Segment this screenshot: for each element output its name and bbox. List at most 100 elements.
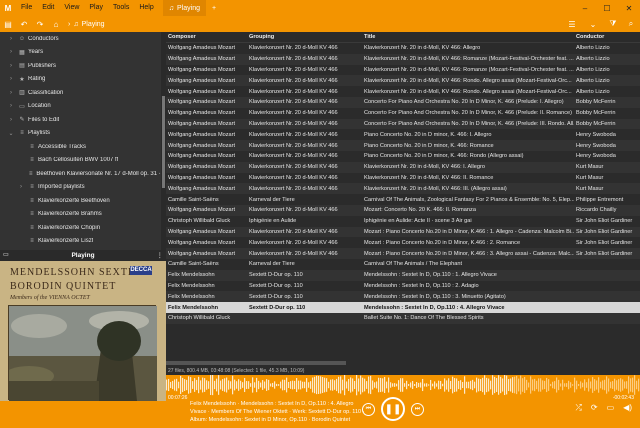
breadcrumb[interactable]: › ♫ Playing xyxy=(68,21,105,28)
table-row[interactable]: Wolfgang Amadeus Mozart Klavierkonzert Nr… xyxy=(166,96,640,108)
chevron-icon[interactable]: ⌄ xyxy=(6,130,16,137)
table-row[interactable]: Camille Saint-Saëns Karneval der Tiere Car… xyxy=(166,194,640,205)
sidebar-toggle-icon[interactable]: ▤ xyxy=(0,20,16,29)
chevron-icon[interactable]: › xyxy=(6,49,16,55)
menu-view[interactable]: View xyxy=(59,0,84,16)
view-mode-icon[interactable]: ☰ xyxy=(563,20,581,29)
filter-icon[interactable]: ⧩ xyxy=(604,19,622,29)
tree-item[interactable]: › ☺ Conductors xyxy=(0,32,166,46)
close-icon[interactable]: ✕ xyxy=(618,4,640,13)
previous-button[interactable]: ⏮ xyxy=(362,402,375,416)
table-row[interactable]: Camille Saint-Saëns Karneval der Tiere Car… xyxy=(166,259,640,270)
cell-title: Klavierkonzert Nr. 20 in d-Moll, KV 466:… xyxy=(364,45,481,52)
tree-item[interactable]: › ★ Rating xyxy=(0,73,166,87)
repeat-icon[interactable]: ⟳ xyxy=(591,403,598,413)
waveform-bar xyxy=(342,379,344,391)
column-header-grouping[interactable]: Grouping xyxy=(247,34,362,40)
volume-icon[interactable]: ◀) xyxy=(623,403,632,413)
tree-scrollbar-thumb[interactable] xyxy=(162,96,165,188)
tree-item[interactable]: › ≡ Imported playlists xyxy=(0,181,166,195)
tree-item[interactable]: › ▭ Location xyxy=(0,100,166,114)
chevron-icon[interactable]: › xyxy=(6,76,16,82)
waveform-bar xyxy=(186,379,188,391)
tree-item[interactable]: ≡ Klavierkonzerte Brahms xyxy=(0,208,166,222)
next-button[interactable]: ⏭ xyxy=(411,402,424,416)
tab-playing[interactable]: ♫ Playing xyxy=(162,0,206,16)
chevron-icon[interactable]: › xyxy=(6,36,16,42)
add-tab-button[interactable]: + xyxy=(206,5,222,12)
table-row[interactable]: Wolfgang Amadeus Mozart Klavierkonzert Nr… xyxy=(166,53,640,65)
cast-icon[interactable]: ▭ xyxy=(3,250,9,261)
waveform-bar xyxy=(440,381,442,389)
shuffle-icon[interactable]: ⤮ xyxy=(576,403,582,413)
waveform-bar xyxy=(614,378,616,392)
tree-item[interactable]: › ▥ Classification xyxy=(0,86,166,100)
table-row[interactable]: Wolfgang Amadeus Mozart Klavierkonzert Nr… xyxy=(166,204,640,216)
tree-item[interactable]: ⌄ ≡ Playlists xyxy=(0,127,166,141)
pause-button[interactable]: ❚❚ xyxy=(381,397,405,421)
menu-help[interactable]: Help xyxy=(134,0,158,16)
table-row[interactable]: Wolfgang Amadeus Mozart Klavierkonzert Nr… xyxy=(166,108,640,119)
waveform-bar xyxy=(446,380,448,390)
table-row[interactable]: Felix Mendelssohn Sextett D-Dur op. 110 Me… xyxy=(166,302,640,313)
waveform-bar xyxy=(534,378,536,392)
table-row[interactable]: Wolfgang Amadeus Mozart Klavierkonzert Nr… xyxy=(166,129,640,140)
chevron-icon[interactable]: › xyxy=(16,184,26,190)
table-row[interactable]: Wolfgang Amadeus Mozart Klavierkonzert Nr… xyxy=(166,161,640,173)
table-row[interactable]: Wolfgang Amadeus Mozart Klavierkonzert Nr… xyxy=(166,151,640,162)
tree-item[interactable]: ≡ Klavierkonzerte Beethoven xyxy=(0,194,166,208)
menu-edit[interactable]: Edit xyxy=(37,0,59,16)
column-header-conductor[interactable]: Conductor xyxy=(574,34,640,40)
view-dropdown-icon[interactable]: ⌄ xyxy=(584,20,602,29)
menu-tools[interactable]: Tools xyxy=(108,0,134,16)
column-header-title[interactable]: Title xyxy=(362,34,574,40)
table-row[interactable]: Wolfgang Amadeus Mozart Klavierkonzert Nr… xyxy=(166,237,640,248)
table-row[interactable]: Wolfgang Amadeus Mozart Klavierkonzert Nr… xyxy=(166,248,640,259)
tree-item[interactable]: ≡ Bach Cellosuiten BWV 1007 ff xyxy=(0,154,166,168)
horizontal-scrollbar[interactable] xyxy=(166,361,346,365)
maximize-icon[interactable]: ☐ xyxy=(596,4,618,13)
back-icon[interactable]: ↶ xyxy=(16,20,32,29)
cell-composer: Wolfgang Amadeus Mozart xyxy=(168,110,236,117)
waveform-bar xyxy=(602,380,604,390)
tree-item[interactable]: › ▤ Publishers xyxy=(0,59,166,73)
chevron-icon[interactable]: › xyxy=(6,117,16,123)
forward-icon[interactable]: ↷ xyxy=(32,20,48,29)
tree-item[interactable]: ≡ Accessible Tracks xyxy=(0,140,166,154)
table-row[interactable]: Wolfgang Amadeus Mozart Klavierkonzert Nr… xyxy=(166,140,640,151)
column-header-composer[interactable]: Composer xyxy=(166,34,247,40)
table-row[interactable]: Wolfgang Amadeus Mozart Klavierkonzert Nr… xyxy=(166,183,640,195)
chevron-icon[interactable]: › xyxy=(6,90,16,96)
tree-item[interactable]: › ✎ Files to Edit xyxy=(0,113,166,127)
table-row[interactable]: Felix Mendelssohn Sextett D-Dur op. 110 Me… xyxy=(166,291,640,303)
table-row[interactable]: Wolfgang Amadeus Mozart Klavierkonzert Nr… xyxy=(166,173,640,184)
menu-file[interactable]: File xyxy=(16,0,37,16)
chevron-icon[interactable]: › xyxy=(6,103,16,109)
table-row[interactable]: Wolfgang Amadeus Mozart Klavierkonzert Nr… xyxy=(166,75,640,87)
table-row[interactable]: Christoph Willibald Gluck Iphigénie en Au… xyxy=(166,216,640,227)
cast-output-icon[interactable]: ▭ xyxy=(607,403,615,413)
search-icon[interactable]: ⌕ xyxy=(622,19,640,29)
table-row[interactable]: Wolfgang Amadeus Mozart Klavierkonzert Nr… xyxy=(166,43,640,54)
cell-grouping: Klavierkonzert Nr. 20 d-Moll KV 466 xyxy=(249,228,338,235)
waveform-bar xyxy=(526,379,528,391)
chevron-icon[interactable]: › xyxy=(6,63,16,69)
cell-title: Piano Concerto No. 20 in D minor, K. 466… xyxy=(364,131,492,138)
tree-item[interactable]: › ▦ Years xyxy=(0,46,166,60)
table-row[interactable]: Felix Mendelssohn Sextett D-Dur op. 110 Me… xyxy=(166,269,640,281)
more-options-icon[interactable]: ⋮ xyxy=(157,250,164,261)
waveform-bar xyxy=(568,380,570,390)
table-row[interactable]: Felix Mendelssohn Sextett D-Dur op. 110 Me… xyxy=(166,281,640,292)
home-icon[interactable]: ⌂ xyxy=(48,20,64,29)
tree-item[interactable]: ≡ Beethoven Klaviersonate Nr. 17 d-Moll o… xyxy=(0,167,166,181)
tree-item[interactable]: ≡ Klavierkonzerte Chopin xyxy=(0,221,166,235)
menu-play[interactable]: Play xyxy=(84,0,108,16)
tree-item[interactable]: ≡ Klavierkonzerte Liszt xyxy=(0,235,166,249)
minimize-icon[interactable]: – xyxy=(574,4,596,13)
table-row[interactable]: Wolfgang Amadeus Mozart Klavierkonzert Nr… xyxy=(166,86,640,97)
table-row[interactable]: Christoph Willibald Gluck Ballet Suite No… xyxy=(166,312,640,324)
waveform-bar xyxy=(422,378,424,392)
table-row[interactable]: Wolfgang Amadeus Mozart Klavierkonzert Nr… xyxy=(166,65,640,76)
table-row[interactable]: Wolfgang Amadeus Mozart Klavierkonzert Nr… xyxy=(166,226,640,238)
table-row[interactable]: Wolfgang Amadeus Mozart Klavierkonzert Nr… xyxy=(166,118,640,130)
